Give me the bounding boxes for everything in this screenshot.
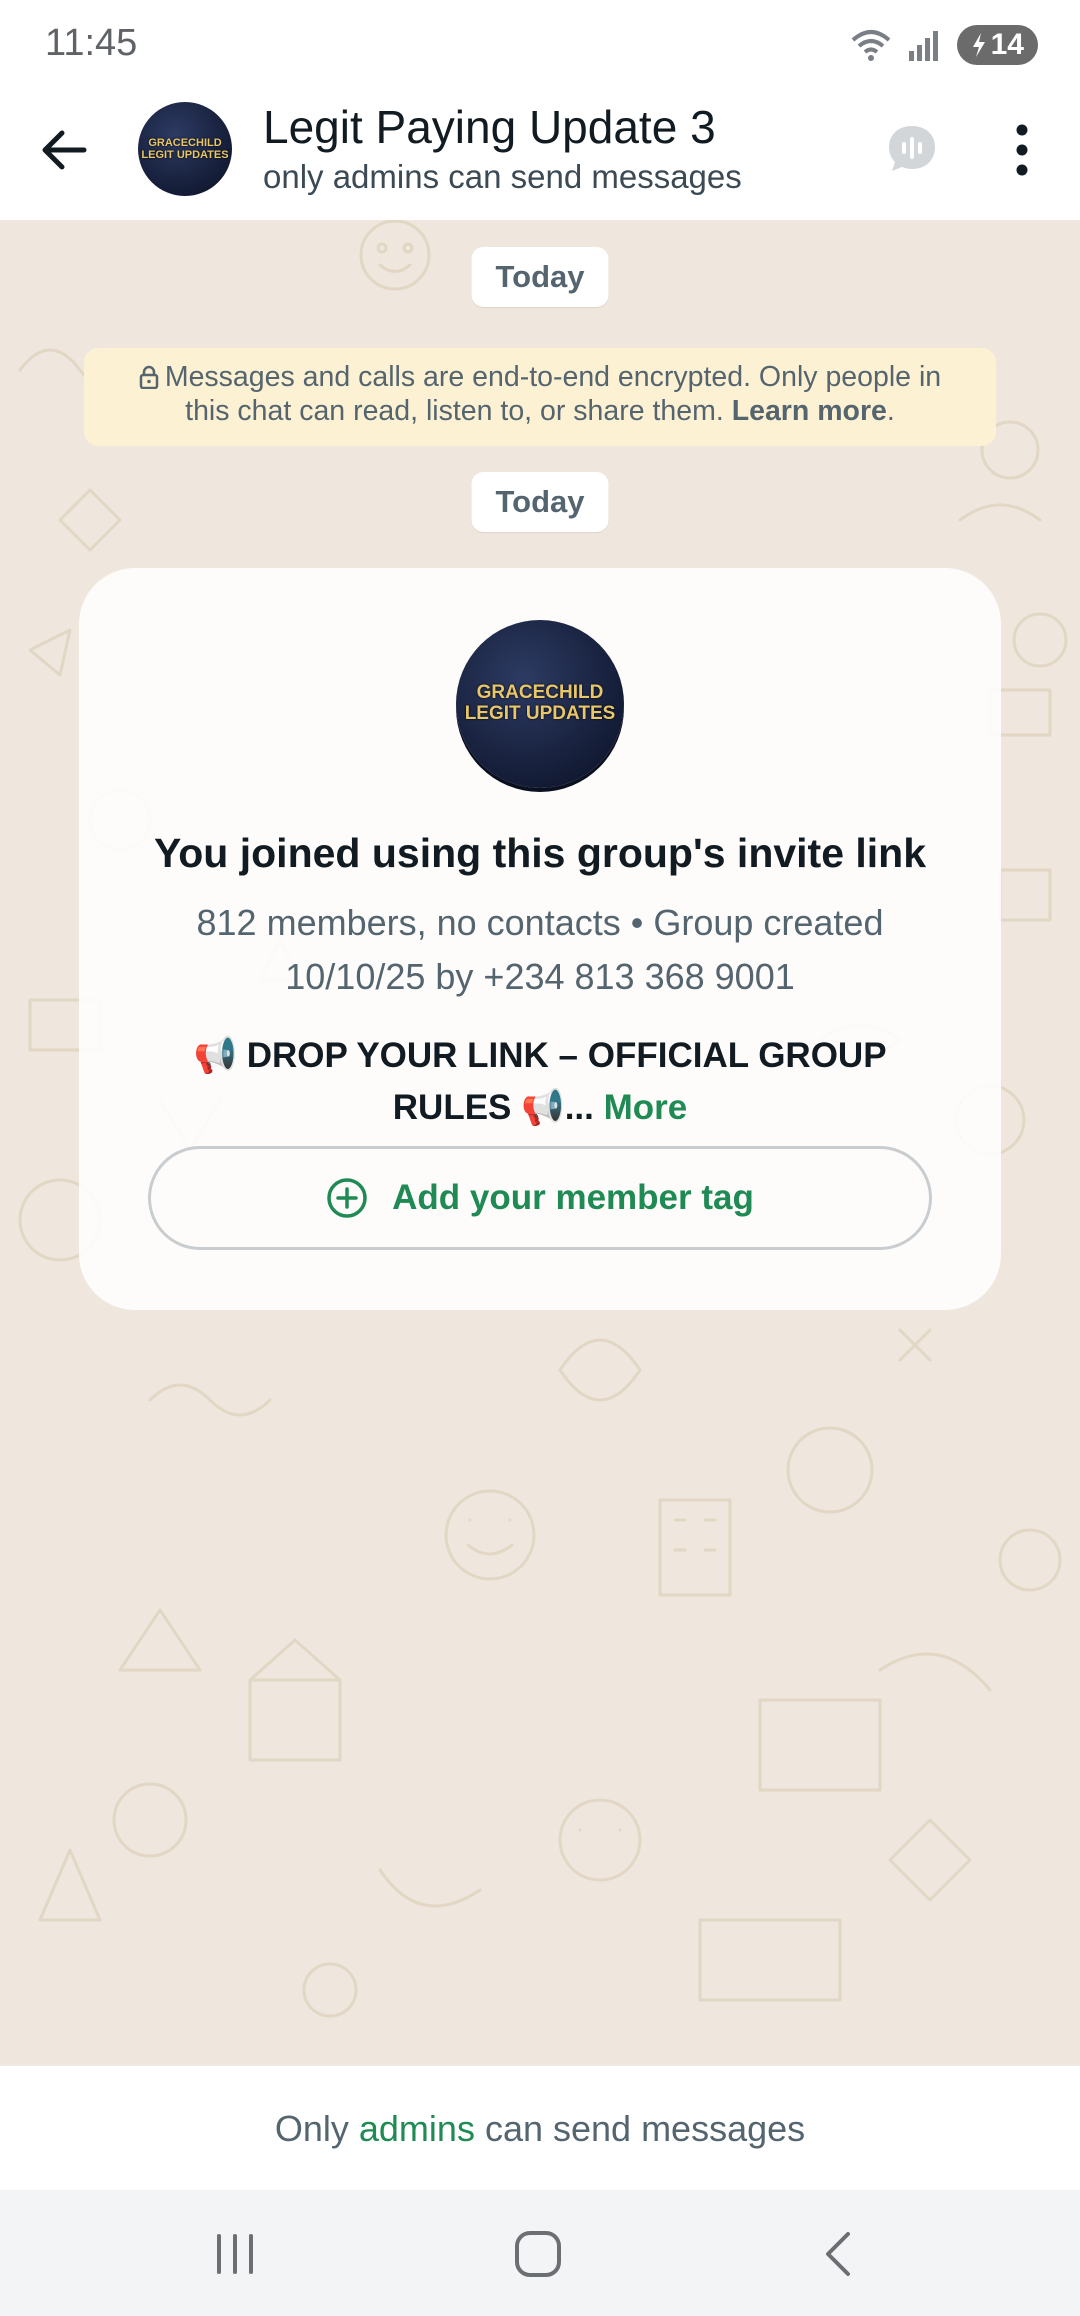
- group-description-line1: 📢 DROP YOUR LINK – OFFICIAL GROUP: [193, 1036, 887, 1075]
- group-meta-line1: 812 members, no contacts • Group created: [196, 902, 884, 943]
- group-meta-line2: 10/10/25 by +234 813 368 9001: [285, 956, 795, 997]
- chat-header: GRACECHILD LEGIT UPDATES Legit Paying Up…: [0, 90, 1080, 220]
- chat-area[interactable]: Today Messages and calls are end-to-end …: [0, 220, 1080, 2065]
- group-join-card: GRACECHILD LEGIT UPDATES You joined usin…: [79, 568, 1001, 1310]
- admins-only-banner: Only admins can send messages: [0, 2065, 1080, 2191]
- system-nav-bar: [0, 2190, 1080, 2316]
- group-description-line2: RULES 📢...: [392, 1088, 594, 1127]
- group-name[interactable]: Legit Paying Update 3: [263, 100, 716, 154]
- add-member-tag-label: Add your member tag: [392, 1178, 754, 1217]
- group-avatar-large[interactable]: GRACECHILD LEGIT UPDATES: [456, 620, 624, 788]
- status-icons: 14: [851, 22, 1038, 68]
- more-vert-icon[interactable]: [1000, 120, 1044, 180]
- status-time: 11:45: [45, 22, 138, 64]
- group-meta: 812 members, no contacts • Group created…: [139, 896, 941, 1004]
- group-call-icon[interactable]: [884, 120, 940, 176]
- plus-circle-icon: [327, 1178, 367, 1218]
- learn-more-link[interactable]: Learn more: [732, 395, 887, 427]
- home-icon[interactable]: [508, 2226, 568, 2282]
- footer-prefix: Only: [274, 2107, 349, 2149]
- recent-apps-icon[interactable]: [205, 2226, 265, 2282]
- battery-indicator: 14: [956, 25, 1038, 65]
- add-member-tag-button[interactable]: Add your member tag: [148, 1146, 932, 1250]
- date-chip: Today: [471, 247, 609, 307]
- group-description-line2-wrap: RULES 📢... More: [159, 1082, 921, 1134]
- back-arrow-icon[interactable]: [36, 122, 92, 178]
- status-bar: 11:45 14: [0, 0, 1080, 90]
- battery-charging-icon: [972, 33, 985, 57]
- battery-level: 14: [990, 28, 1024, 61]
- date-chip: Today: [471, 472, 609, 532]
- admins-link[interactable]: admins: [359, 2108, 475, 2150]
- encryption-end: .: [886, 395, 895, 427]
- footer-suffix: can send messages: [484, 2107, 806, 2149]
- group-subtitle[interactable]: only admins can send messages: [263, 158, 742, 196]
- join-title: You joined using this group's invite lin…: [153, 830, 927, 876]
- wifi-icon: [851, 30, 890, 61]
- nav-back-icon[interactable]: [808, 2226, 868, 2282]
- group-description[interactable]: 📢 DROP YOUR LINK – OFFICIAL GROUP RULES …: [159, 1030, 921, 1134]
- signal-icon: [908, 31, 938, 61]
- lock-icon: [139, 365, 159, 389]
- encryption-notice[interactable]: Messages and calls are end-to-end encryp…: [84, 348, 996, 446]
- more-link[interactable]: More: [604, 1088, 688, 1127]
- group-avatar[interactable]: GRACECHILD LEGIT UPDATES: [138, 102, 232, 196]
